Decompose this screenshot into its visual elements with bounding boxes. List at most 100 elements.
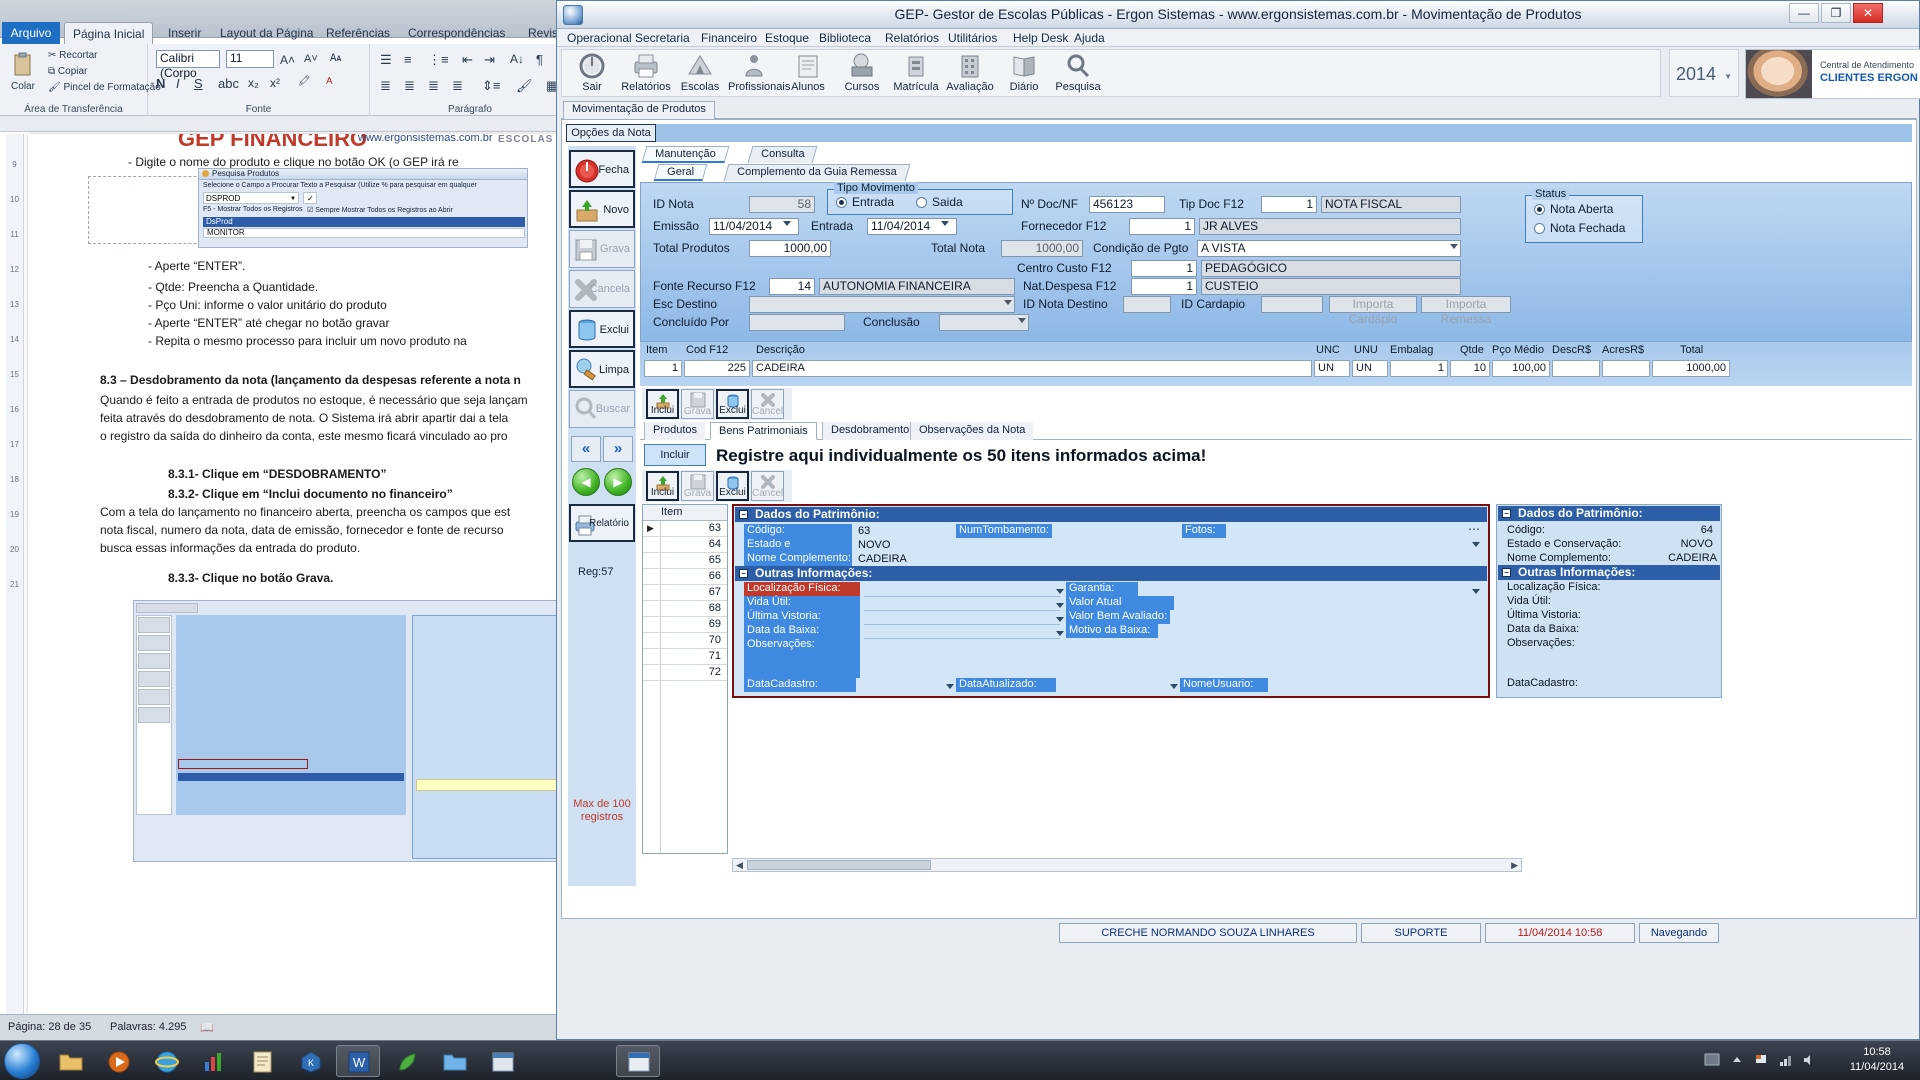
- input-fonte-recurso-code[interactable]: 14: [769, 278, 815, 295]
- word-tab-inserir[interactable]: Inserir: [160, 22, 209, 44]
- tab-desdobramento[interactable]: Desdobramento: [822, 422, 918, 440]
- toolbar-button-avaliacao[interactable]: Avaliação: [944, 52, 996, 93]
- chevron-down-icon[interactable]: [1056, 631, 1064, 636]
- cell-descricao[interactable]: CADEIRA: [752, 360, 1312, 377]
- preview-section-2[interactable]: − Outras Informações:: [1498, 565, 1720, 580]
- font-color-icon[interactable]: A: [326, 76, 333, 87]
- scroll-right-icon[interactable]: ▶: [1511, 860, 1518, 871]
- gep-title-bar[interactable]: GEP- Gestor de Escolas Públicas - Ergon …: [557, 1, 1919, 29]
- menu-relatorios[interactable]: Relatórios: [885, 31, 939, 45]
- taskbar-explorer[interactable]: [48, 1045, 92, 1077]
- taskbar-media-player[interactable]: [96, 1045, 140, 1077]
- bens-item-grid[interactable]: Item ▶ 63 64 65 66 67 68 69 70 71 72: [642, 504, 728, 854]
- bens-button-inclui[interactable]: Inclui: [646, 471, 679, 501]
- radio-nota-aberta[interactable]: [1534, 204, 1545, 215]
- taskbar-gep-app[interactable]: K: [288, 1045, 332, 1077]
- close-button[interactable]: ✕: [1853, 3, 1883, 23]
- tray-flag-icon[interactable]: [1754, 1053, 1768, 1070]
- chevron-down-icon[interactable]: [1056, 603, 1064, 608]
- show-marks-icon[interactable]: ¶: [536, 52, 543, 67]
- start-button[interactable]: [4, 1043, 40, 1079]
- strikethrough-icon[interactable]: abc: [218, 76, 239, 91]
- word-tab-layout[interactable]: Layout da Página: [212, 22, 321, 44]
- cell-unu[interactable]: UN: [1352, 360, 1388, 377]
- tab-produtos[interactable]: Produtos: [644, 422, 706, 440]
- font-size-input[interactable]: 11: [226, 50, 274, 68]
- taskbar-word[interactable]: W: [336, 1045, 380, 1077]
- dialog-field-combo[interactable]: DSPROD ▼: [203, 192, 299, 204]
- multilevel-list-icon[interactable]: ⋮≡: [428, 52, 449, 68]
- toolbar-button-sair[interactable]: Sair: [566, 52, 618, 93]
- collapse-icon[interactable]: −: [739, 569, 748, 578]
- button-novo[interactable]: Novo: [569, 190, 635, 228]
- toolbar-button-escolas[interactable]: Escolas: [674, 52, 726, 93]
- patrimonio-value-nome-complemento[interactable]: CADEIRA: [858, 553, 907, 565]
- nav-prev-button[interactable]: »: [603, 436, 633, 462]
- nav-first-button[interactable]: «: [571, 436, 601, 462]
- chevron-down-icon[interactable]: [1472, 589, 1480, 594]
- taskbar-internet-explorer[interactable]: [144, 1045, 188, 1077]
- maximize-button[interactable]: ❐: [1821, 3, 1851, 23]
- year-selector[interactable]: 2014 ▼: [1669, 49, 1739, 97]
- support-banner[interactable]: Central de Atendimento CLIENTES ERGON SI…: [1745, 49, 1920, 99]
- clear-format-icon[interactable]: 🗛: [330, 53, 341, 64]
- show-desktop-icon[interactable]: [1704, 1053, 1720, 1067]
- cell-desc[interactable]: [1552, 360, 1600, 377]
- format-painter-button[interactable]: 🖌 Pincel de Formatação: [48, 82, 161, 93]
- incluir-qtdes-button[interactable]: Incluir Qtdes: [644, 444, 706, 481]
- grow-font-icon[interactable]: A˄: [280, 53, 295, 67]
- radio-entrada[interactable]: [836, 197, 847, 208]
- tray-arrow-icon[interactable]: [1730, 1053, 1744, 1070]
- input-fornecedor-code[interactable]: 1: [1129, 218, 1195, 235]
- chevron-down-icon[interactable]: [1170, 684, 1178, 689]
- align-right-icon[interactable]: ≣: [428, 78, 439, 94]
- line-spacing-icon[interactable]: ⇕≡: [482, 78, 500, 94]
- input-centro-custo-code[interactable]: 1: [1131, 260, 1197, 277]
- button-relatorio[interactable]: Relatório: [569, 504, 635, 542]
- menu-utilitarios[interactable]: Utilitários: [948, 31, 997, 45]
- superscript-icon[interactable]: x²: [270, 76, 280, 90]
- sort-icon[interactable]: A↓: [510, 52, 524, 66]
- button-fecha[interactable]: Fecha: [569, 150, 635, 188]
- radio-saida[interactable]: [916, 197, 927, 208]
- combo-conclusao[interactable]: [939, 314, 1029, 331]
- cell-unc[interactable]: UN: [1314, 360, 1350, 377]
- italic-icon[interactable]: I: [176, 76, 180, 91]
- tab-bens-patrimoniais[interactable]: Bens Patrimoniais: [710, 422, 817, 440]
- increase-indent-icon[interactable]: ⇥: [484, 52, 495, 68]
- menu-ajuda[interactable]: Ajuda: [1074, 31, 1105, 45]
- tab-manutencao[interactable]: Manutenção: [641, 146, 729, 163]
- bullets-icon[interactable]: ☰: [380, 52, 392, 68]
- tab-geral[interactable]: Geral: [653, 164, 708, 181]
- bens-button-exclui[interactable]: Exclui: [716, 471, 749, 501]
- toolbar-button-alunos[interactable]: Alunos: [782, 52, 834, 93]
- patrimonio-section-1[interactable]: − Dados do Patrimônio:: [735, 507, 1487, 522]
- collapse-icon[interactable]: −: [739, 510, 748, 519]
- item-button-exclui[interactable]: Exclui: [716, 389, 749, 419]
- chevron-down-icon[interactable]: [1056, 589, 1064, 594]
- dialog-checkbox-label[interactable]: ☑ Sempre Mostrar Todos os Registros ao A…: [307, 206, 453, 214]
- cell-item[interactable]: 1: [644, 360, 682, 377]
- button-exclui[interactable]: Exclui: [569, 310, 635, 348]
- button-limpa[interactable]: Limpa: [569, 350, 635, 388]
- table-row[interactable]: 64: [643, 537, 727, 553]
- combo-esc-destino[interactable]: [749, 296, 1015, 313]
- tab-consulta[interactable]: Consulta: [747, 146, 818, 163]
- decrease-indent-icon[interactable]: ⇤: [462, 52, 473, 68]
- taskbar-notepad[interactable]: [240, 1045, 284, 1077]
- system-clock[interactable]: 10:58 11/04/2014: [1842, 1045, 1912, 1075]
- menu-secretaria[interactable]: Secretaria: [635, 31, 690, 45]
- table-row[interactable]: 72: [643, 665, 727, 681]
- bold-icon[interactable]: N: [156, 76, 165, 91]
- item-button-inclui[interactable]: Inclui: [646, 389, 679, 419]
- align-center-icon[interactable]: ≣: [404, 78, 415, 94]
- subscript-icon[interactable]: x₂: [248, 76, 259, 90]
- horizontal-scrollbar[interactable]: ◀ ▶: [732, 858, 1522, 872]
- underline-icon[interactable]: S: [194, 76, 203, 91]
- chevron-down-icon[interactable]: [1056, 617, 1064, 622]
- tab-complemento-guia[interactable]: Complemento da Guia Remessa: [723, 164, 911, 181]
- cell-pco-medio[interactable]: 100,00: [1492, 360, 1550, 377]
- taskbar-gep-window[interactable]: [480, 1045, 524, 1077]
- patrimonio-value-estado[interactable]: NOVO: [858, 539, 890, 551]
- menu-operacional[interactable]: Operacional: [567, 31, 632, 45]
